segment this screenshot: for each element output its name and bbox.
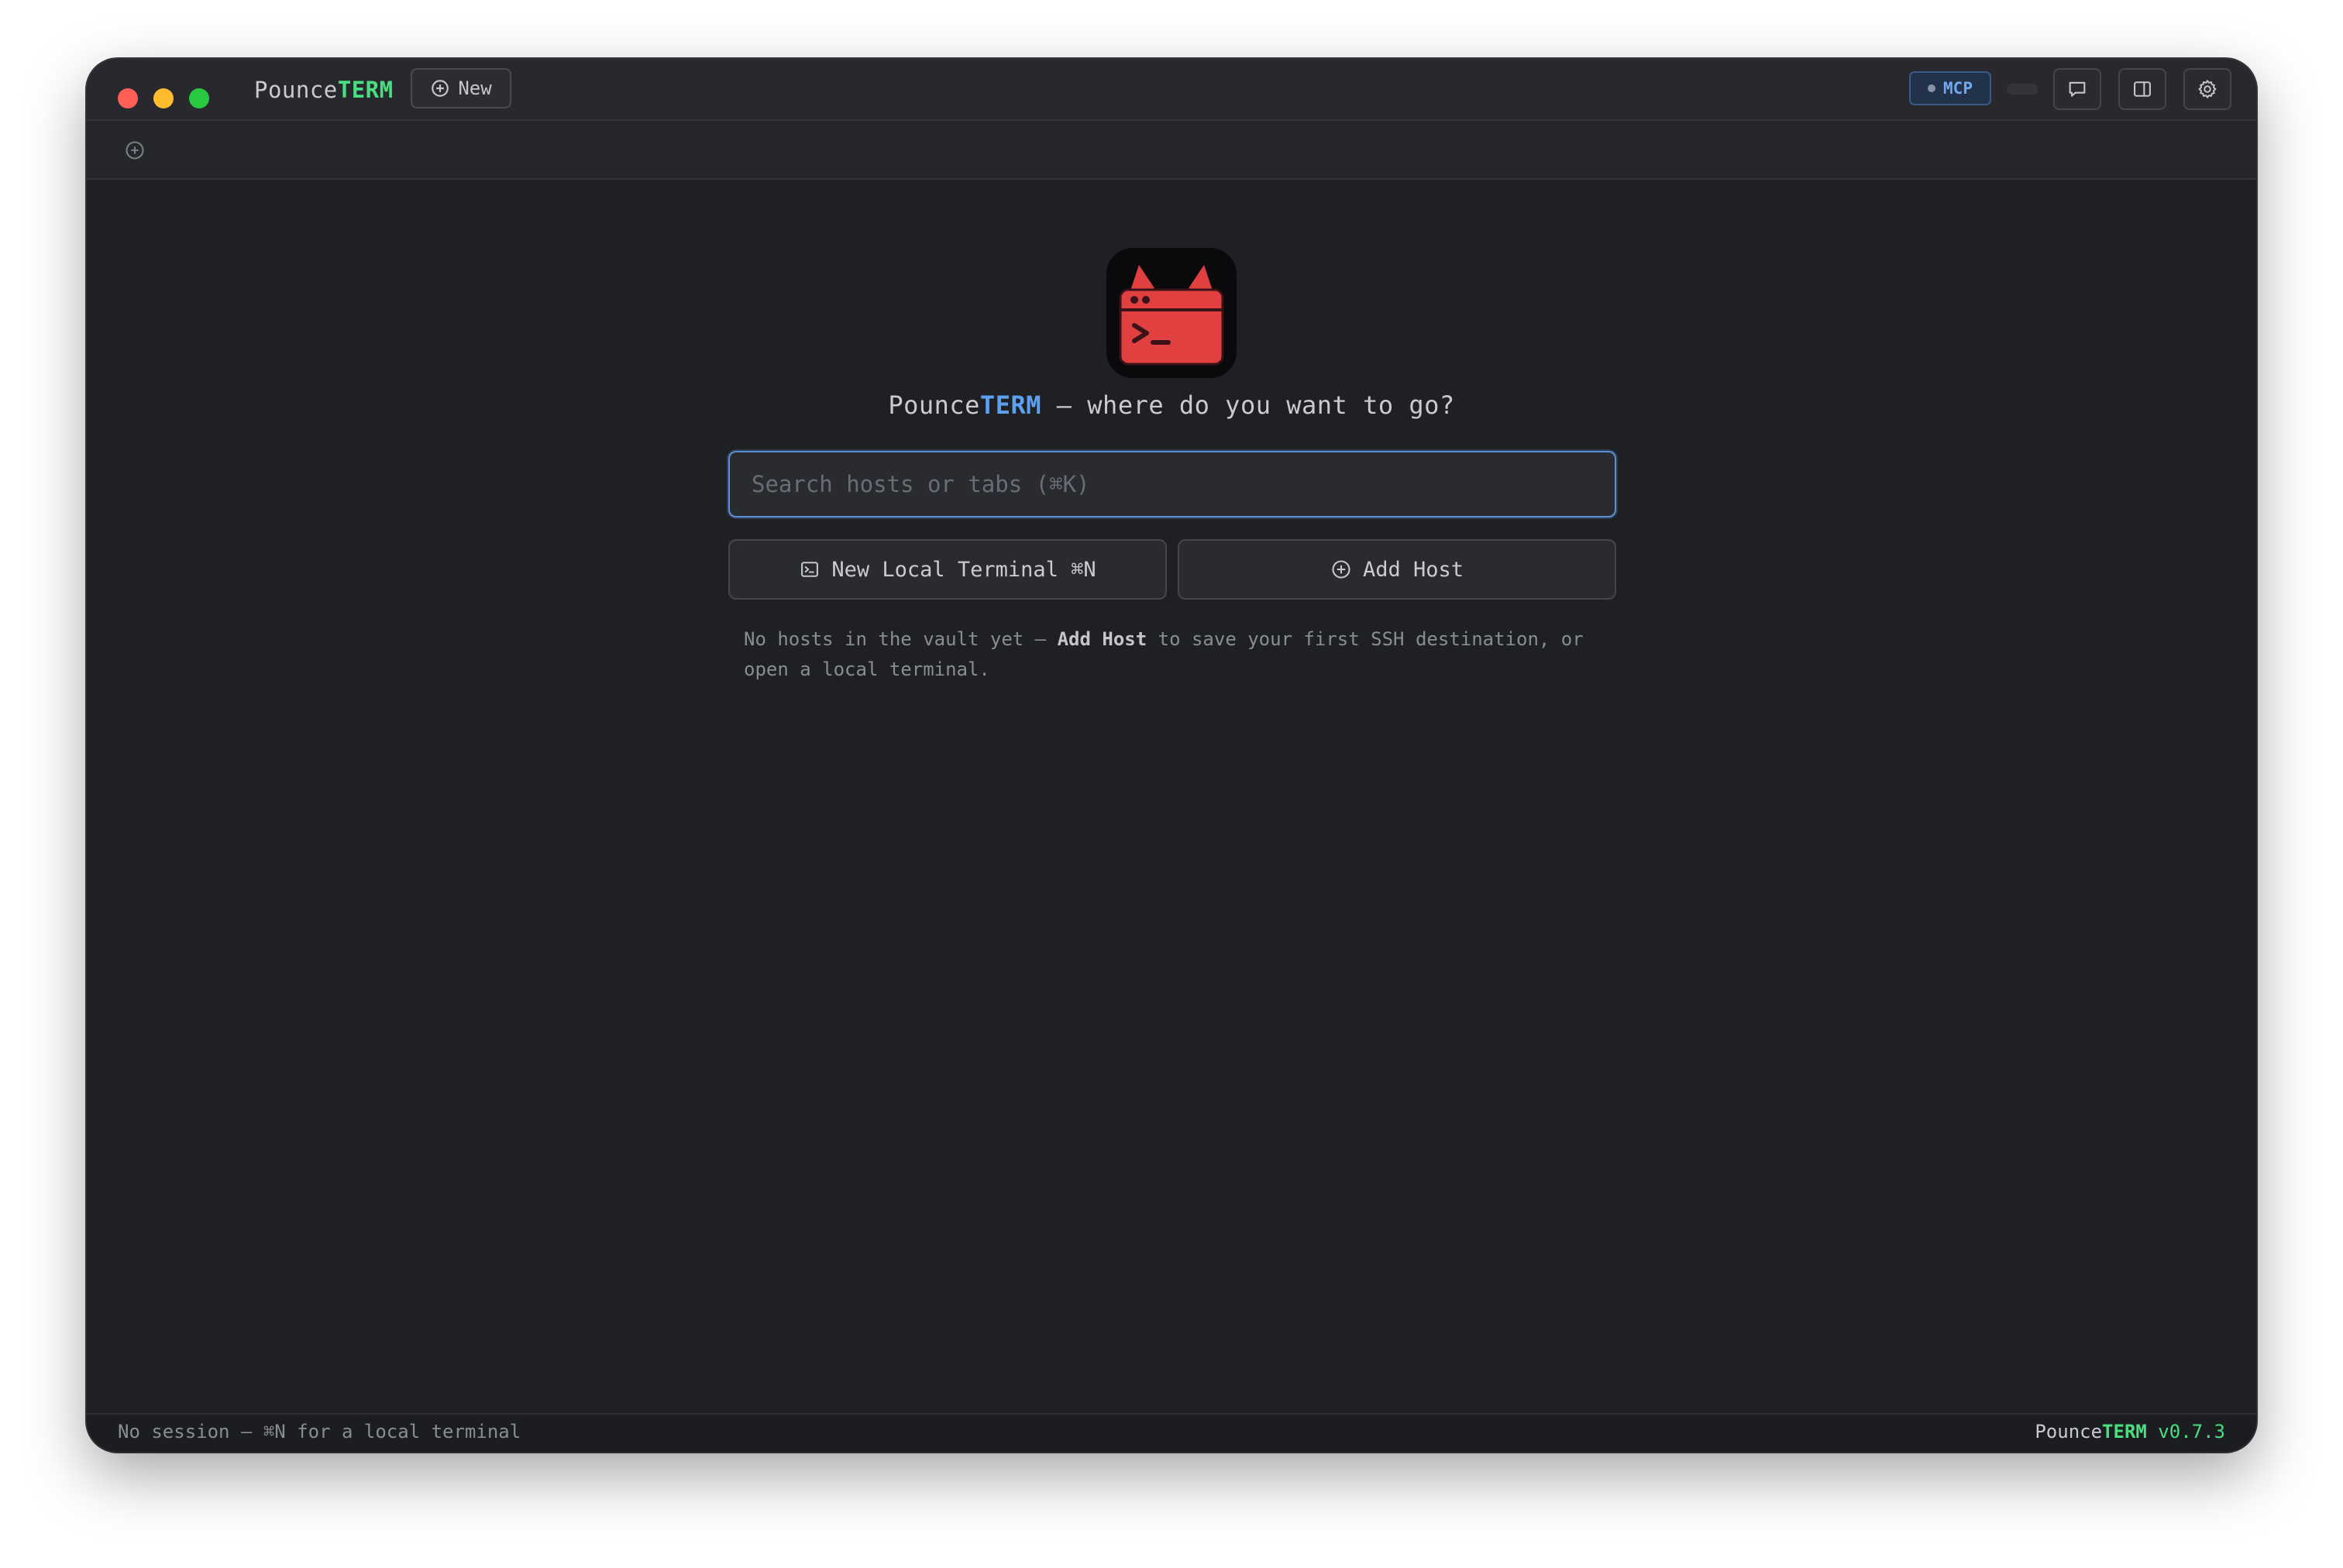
new-local-terminal-button[interactable]: New Local Terminal ⌘N xyxy=(728,539,1167,600)
mcp-label: MCP xyxy=(1943,79,1973,98)
search-input[interactable] xyxy=(728,451,1616,518)
welcome-headline: PounceTERM — where do you want to go? xyxy=(87,390,2256,420)
new-button-label: New xyxy=(458,77,492,99)
headline-brand-suffix: TERM xyxy=(979,390,1041,420)
mcp-status-badge[interactable]: MCP xyxy=(1909,71,1991,105)
headline-tagline: — where do you want to go? xyxy=(1041,390,1455,420)
sidebar-icon xyxy=(2134,81,2151,97)
new-local-terminal-label: New Local Terminal ⌘N xyxy=(831,557,1096,582)
app-title-prefix: Pounce xyxy=(254,77,338,103)
version-brand-suffix: TERM xyxy=(2102,1421,2147,1442)
terminal-icon xyxy=(801,562,819,577)
toggle-pill[interactable] xyxy=(2007,84,2038,95)
app-title-suffix: TERM xyxy=(337,77,394,103)
app-title: PounceTERM xyxy=(254,74,394,105)
settings-button[interactable] xyxy=(2183,68,2231,110)
add-host-button[interactable]: Add Host xyxy=(1178,539,1616,600)
gear-icon xyxy=(2198,80,2217,98)
headline-brand-prefix: Pounce xyxy=(888,390,980,420)
status-bar: No session — ⌘N for a local terminal Pou… xyxy=(87,1413,2256,1452)
app-window: PounceTERM New MCP PounceTERM — where do… xyxy=(87,59,2256,1452)
maximize-window-button[interactable] xyxy=(189,88,209,108)
app-logo xyxy=(1106,248,1237,378)
add-tab-button[interactable] xyxy=(124,139,146,161)
sidebar-toggle-button[interactable] xyxy=(2118,68,2166,110)
session-status-text: No session — ⌘N for a local terminal xyxy=(118,1421,521,1442)
plus-circle-icon xyxy=(1332,560,1350,579)
hint-text-before: No hosts in the vault yet — xyxy=(744,628,1058,650)
add-host-label: Add Host xyxy=(1362,557,1464,582)
chat-button[interactable] xyxy=(2053,68,2101,110)
plus-circle-icon xyxy=(126,141,144,160)
mcp-status-dot xyxy=(1928,84,1936,92)
plus-circle-icon xyxy=(432,80,449,97)
title-bar: PounceTERM New MCP xyxy=(87,59,2256,121)
version-brand-prefix: Pounce xyxy=(2035,1421,2103,1442)
version-number: v0.7.3 xyxy=(2146,1421,2225,1442)
close-window-button[interactable] xyxy=(118,88,138,108)
hint-add-host-emphasis: Add Host xyxy=(1057,628,1147,650)
chat-icon xyxy=(2069,81,2086,97)
empty-vault-hint: No hosts in the vault yet — Add Host to … xyxy=(744,624,1612,685)
app-version: PounceTERM v0.7.3 xyxy=(2035,1421,2225,1442)
new-button[interactable]: New xyxy=(411,68,511,108)
cat-terminal-logo-icon xyxy=(1119,265,1224,366)
minimize-window-button[interactable] xyxy=(153,88,174,108)
tab-bar xyxy=(87,121,2256,180)
